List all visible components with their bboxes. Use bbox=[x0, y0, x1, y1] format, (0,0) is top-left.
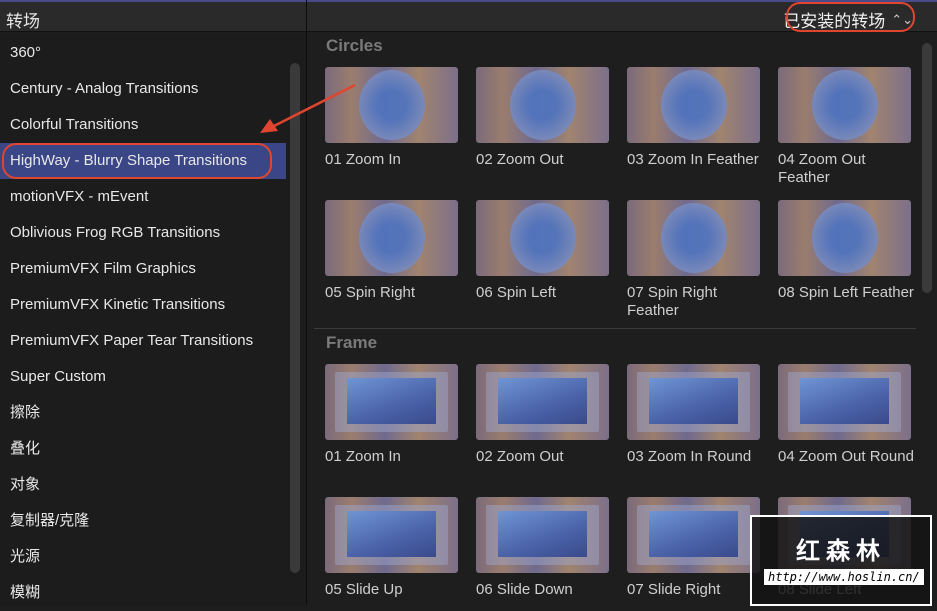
watermark-url: http://www.hoslin.cn/ bbox=[764, 569, 924, 585]
watermark-name: 红森林 bbox=[796, 538, 886, 565]
watermark: 红森林 http://www.hoslin.cn/ bbox=[750, 515, 932, 606]
